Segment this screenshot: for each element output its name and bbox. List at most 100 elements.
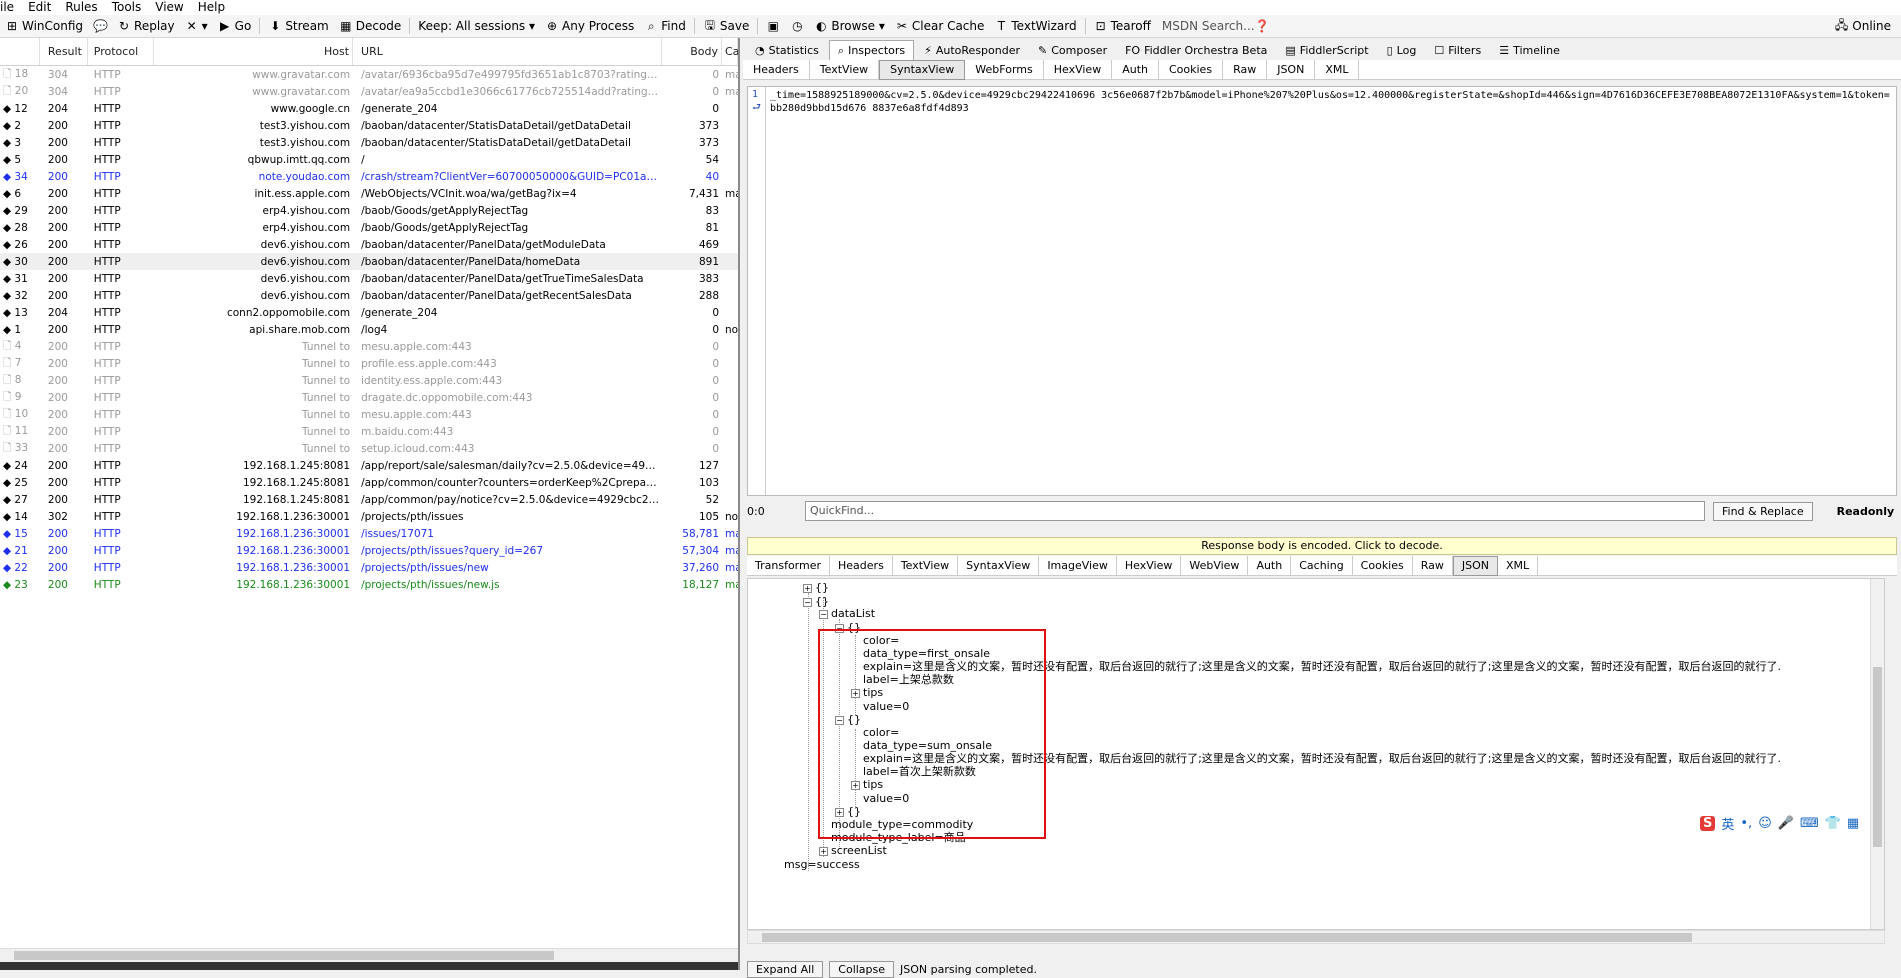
- replay-button[interactable]: ↻ Replay: [112, 15, 180, 37]
- help-icon[interactable]: ❓: [1255, 19, 1270, 33]
- table-row[interactable]: ◆ 31 200 HTTP dev6.yishou.com/baoban/datace…: [0, 270, 738, 287]
- resp-tab-textview[interactable]: TextView: [893, 555, 959, 576]
- remove-button[interactable]: ✕ ▾: [180, 15, 213, 37]
- tab-fiddler-orchestra-beta[interactable]: FO Fiddler Orchestra Beta: [1117, 40, 1275, 60]
- req-tab-textview[interactable]: TextView: [810, 59, 880, 80]
- table-row[interactable]: ◆ 22 200 HTTP 192.168.1.236:30001/projects/…: [0, 559, 738, 576]
- stream-button[interactable]: ⬇ Stream: [263, 15, 333, 37]
- ime-icon-7[interactable]: ▦: [1847, 816, 1859, 831]
- decode-button[interactable]: ▦ Decode: [334, 15, 407, 37]
- camera-button[interactable]: ▣: [761, 15, 785, 37]
- browse-button[interactable]: ◐ Browse ▾: [809, 15, 890, 37]
- scroll-thumb[interactable]: [1873, 667, 1882, 847]
- request-body-view[interactable]: 1 ⮐ _time=1588925189000&cv=2.5.0&device=…: [747, 86, 1897, 496]
- collapse-icon[interactable]: −: [803, 597, 812, 607]
- ime-icon-0[interactable]: S: [1700, 816, 1716, 831]
- session-list-hscrollbar[interactable]: [0, 948, 738, 962]
- tab-autoresponder[interactable]: ⚡ AutoResponder: [916, 40, 1028, 60]
- scroll-thumb[interactable]: [14, 951, 554, 960]
- table-row[interactable]: 🗋 18 304 HTTP www.gravatar.com/avatar/6936c…: [0, 66, 738, 83]
- tab-fiddlerscript[interactable]: ▤ FiddlerScript: [1277, 40, 1376, 60]
- table-row[interactable]: 🗋 10 200 HTTP Tunnel to mesu.apple.com:443 0: [0, 406, 738, 423]
- expand-icon[interactable]: +: [819, 846, 828, 856]
- quickfind-input[interactable]: QuickFind...: [805, 501, 1705, 521]
- req-tab-hexview[interactable]: HexView: [1044, 59, 1113, 80]
- expand-icon[interactable]: +: [803, 583, 812, 593]
- save-button[interactable]: 🖫 Save: [698, 15, 754, 37]
- col-header-host[interactable]: Host: [154, 38, 354, 65]
- table-row[interactable]: ◆ 34 200 HTTP note.youdao.com/crash/stream?…: [0, 168, 738, 185]
- tree-leaf[interactable]: msg=success: [784, 858, 860, 871]
- ime-icon-4[interactable]: 🎤: [1778, 816, 1794, 831]
- resp-tab-syntaxview[interactable]: SyntaxView: [958, 555, 1040, 576]
- table-row[interactable]: 🗋 7 200 HTTP Tunnel to profile.ess.apple.com…: [0, 355, 738, 372]
- find-button[interactable]: ⌕ Find: [639, 15, 691, 37]
- table-row[interactable]: ◆ 28 200 HTTP erp4.yishou.com/baob/Goods/ge…: [0, 219, 738, 236]
- go-button[interactable]: ▶ Go: [213, 15, 257, 37]
- resp-tab-webview[interactable]: WebView: [1181, 555, 1249, 576]
- comment-button[interactable]: 💬: [88, 15, 112, 37]
- table-row[interactable]: ◆ 25 200 HTTP 192.168.1.245:8081/app/common…: [0, 474, 738, 491]
- req-tab-auth[interactable]: Auth: [1112, 59, 1159, 80]
- table-row[interactable]: ◆ 1 200 HTTP api.share.mob.com/log4 0 no: [0, 321, 738, 338]
- table-row[interactable]: ◆ 21 200 HTTP 192.168.1.236:30001/projects/…: [0, 542, 738, 559]
- table-row[interactable]: ◆ 32 200 HTTP dev6.yishou.com/baoban/datace…: [0, 287, 738, 304]
- json-tree[interactable]: +{} −{} − dataList −{} color= data_type=f…: [747, 578, 1885, 930]
- tab-filters[interactable]: ☐ Filters: [1426, 40, 1489, 60]
- req-tab-headers[interactable]: Headers: [743, 59, 810, 80]
- expand-all-button[interactable]: Expand All: [747, 960, 824, 978]
- table-row[interactable]: ◆ 27 200 HTTP 192.168.1.245:8081/app/common…: [0, 491, 738, 508]
- tab-timeline[interactable]: ☰ Timeline: [1491, 40, 1568, 60]
- col-header-protocol[interactable]: Protocol: [88, 38, 154, 65]
- req-tab-webforms[interactable]: WebForms: [965, 59, 1044, 80]
- msdn-search-input[interactable]: MSDN Search...: [1162, 19, 1255, 33]
- resp-tab-cookies[interactable]: Cookies: [1353, 555, 1413, 576]
- resp-tab-transformer[interactable]: Transformer: [747, 555, 831, 576]
- ime-icon-5[interactable]: ⌨: [1800, 816, 1819, 831]
- request-body-text[interactable]: _time=1588925189000&cv=2.5.0&device=4929…: [770, 89, 1890, 115]
- collapse-icon[interactable]: −: [819, 609, 828, 619]
- ime-icon-6[interactable]: 👕: [1825, 816, 1841, 831]
- req-tab-raw[interactable]: Raw: [1223, 59, 1268, 80]
- tearoff-button[interactable]: ⊡ Tearoff: [1089, 15, 1156, 37]
- quickexec-bar[interactable]: [0, 962, 738, 970]
- table-row[interactable]: ◆ 12 204 HTTP www.google.cn/generate_204 0: [0, 100, 738, 117]
- resp-tab-xml[interactable]: XML: [1498, 555, 1539, 576]
- menu-item-rules[interactable]: Rules: [65, 0, 97, 15]
- tab-composer[interactable]: ✎ Composer: [1030, 40, 1115, 60]
- table-row[interactable]: 🗋 33 200 HTTP Tunnel to setup.icloud.com:443…: [0, 440, 738, 457]
- table-row[interactable]: ◆ 26 200 HTTP dev6.yishou.com/baoban/datace…: [0, 236, 738, 253]
- scroll-thumb[interactable]: [762, 933, 1692, 942]
- tree-node-datalist[interactable]: − dataList: [819, 607, 875, 620]
- collapse-button[interactable]: Collapse: [829, 960, 895, 978]
- any-process-button[interactable]: ⊕ Any Process: [540, 15, 639, 37]
- req-tab-xml[interactable]: XML: [1315, 59, 1360, 80]
- col-header-url[interactable]: URL: [353, 38, 663, 65]
- find-replace-button[interactable]: Find & Replace: [1713, 501, 1813, 521]
- table-row[interactable]: 🗋 20 304 HTTP www.gravatar.com/avatar/ea9a5…: [0, 83, 738, 100]
- table-row[interactable]: ◆ 3 200 HTTP test3.yishou.com/baoban/datace…: [0, 134, 738, 151]
- ime-icon-1[interactable]: 英: [1721, 814, 1734, 833]
- menu-item-edit[interactable]: Edit: [28, 0, 51, 15]
- online-indicator[interactable]: 🖧 Online: [1835, 16, 1891, 37]
- json-tree-hscrollbar[interactable]: [747, 930, 1885, 944]
- table-row[interactable]: 🗋 9 200 HTTP Tunnel to dragate.dc.oppomobile…: [0, 389, 738, 406]
- resp-tab-raw[interactable]: Raw: [1413, 555, 1453, 576]
- table-row[interactable]: ◆ 6 200 HTTP init.ess.apple.com/WebObjects/…: [0, 185, 738, 202]
- decode-banner[interactable]: Response body is encoded. Click to decod…: [747, 537, 1897, 555]
- timer-button[interactable]: ◷: [785, 15, 809, 37]
- col-header-id[interactable]: [0, 38, 40, 65]
- resp-tab-json[interactable]: JSON: [1452, 555, 1499, 576]
- ime-icon-3[interactable]: ☺: [1758, 816, 1772, 831]
- req-tab-syntaxview[interactable]: SyntaxView: [879, 59, 966, 80]
- menu-item-ile[interactable]: ile: [0, 0, 14, 15]
- clear-cache-button[interactable]: ✂ Clear Cache: [890, 15, 990, 37]
- tab-statistics[interactable]: ◔ Statistics: [747, 40, 827, 60]
- req-tab-cookies[interactable]: Cookies: [1159, 59, 1224, 80]
- resp-tab-headers[interactable]: Headers: [830, 555, 893, 576]
- keep-button[interactable]: Keep: All sessions ▾: [413, 15, 540, 37]
- col-header-result[interactable]: Result: [40, 38, 88, 65]
- json-tree-vscrollbar[interactable]: [1870, 579, 1884, 929]
- tree-node-screenlist[interactable]: + screenList: [819, 844, 887, 857]
- table-row[interactable]: ◆ 14 302 HTTP 192.168.1.236:30001/projects/…: [0, 508, 738, 525]
